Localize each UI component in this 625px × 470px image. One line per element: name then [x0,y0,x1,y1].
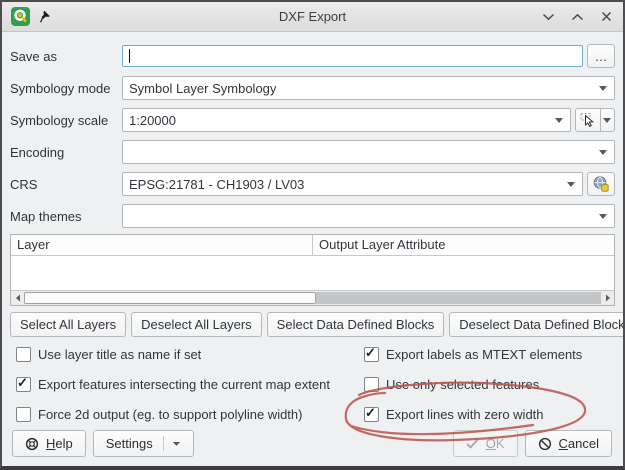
checkbox-export-features-intersecting-extent[interactable]: Export features intersecting the current… [16,376,364,392]
symbology-scale-row: Symbology scale 1:20000 [10,108,615,132]
encoding-row: Encoding [10,140,615,164]
set-scale-from-extent-button[interactable] [575,108,601,132]
dialog-footer: Help Settings OK Cancel [12,430,612,457]
save-as-input[interactable] [122,45,583,67]
help-button[interactable]: Help [12,430,86,457]
chevron-down-icon [172,441,181,447]
column-header-layer[interactable]: Layer [11,235,313,255]
encoding-label: Encoding [10,145,122,160]
checkbox-label: Export lines with zero width [386,407,544,422]
layers-table[interactable]: Layer Output Layer Attribute [10,234,615,306]
checkbox-label: Force 2d output (eg. to support polyline… [38,407,302,422]
map-extent-cursor-icon [580,112,596,128]
maximize-window-icon[interactable] [569,9,585,25]
dialog-title: DXF Export [2,9,623,24]
map-themes-label: Map themes [10,209,122,224]
symbology-mode-row: Symbology mode Symbol Layer Symbology [10,76,615,100]
map-themes-row: Map themes [10,204,615,228]
title-bar: DXF Export [2,2,623,32]
layer-selection-buttons: Select All Layers Deselect All Layers Se… [10,312,615,337]
symbology-scale-label: Symbology scale [10,113,122,128]
column-header-output-layer-attribute[interactable]: Output Layer Attribute [313,235,614,255]
chevron-down-icon [599,150,607,155]
symbology-mode-label: Symbology mode [10,81,122,96]
options-checkboxes: Use layer title as name if set Export fe… [16,346,615,422]
chevron-down-icon [567,182,575,187]
checkbox-box[interactable] [16,347,31,362]
crs-select[interactable]: EPSG:21781 - CH1903 / LV03 [122,172,583,196]
chevron-down-icon [603,118,611,123]
checkbox-use-layer-title[interactable]: Use layer title as name if set [16,346,364,362]
chevron-down-icon [599,214,607,219]
scale-options-dropdown-button[interactable] [601,108,615,132]
checkbox-box[interactable] [16,377,31,392]
table-body-empty[interactable] [11,256,614,290]
select-crs-button[interactable] [587,172,615,196]
checkbox-export-labels-mtext[interactable]: Export labels as MTEXT elements [364,346,615,362]
scrollbar-track[interactable] [316,292,601,304]
ok-button[interactable]: OK [453,430,518,457]
select-data-defined-blocks-button[interactable]: Select Data Defined Blocks [267,312,445,337]
crs-label: CRS [10,177,122,192]
checkbox-label: Export labels as MTEXT elements [386,347,582,362]
select-all-layers-button[interactable]: Select All Layers [10,312,126,337]
checkbox-box[interactable] [364,407,379,422]
checkbox-box[interactable] [364,377,379,392]
scroll-right-icon[interactable] [601,291,614,305]
horizontal-scrollbar[interactable] [11,290,614,305]
checkbox-export-lines-zero-width[interactable]: Export lines with zero width [364,406,615,422]
checkbox-force-2d-output[interactable]: Force 2d output (eg. to support polyline… [16,406,364,422]
map-themes-select[interactable] [122,204,615,228]
settings-button[interactable]: Settings [93,430,194,457]
chevron-down-icon [599,86,607,91]
checkbox-box[interactable] [16,407,31,422]
crs-globe-icon [592,175,610,193]
chevron-down-icon [555,118,563,123]
symbology-scale-select[interactable]: 1:20000 [122,108,571,132]
check-icon [466,438,479,449]
save-as-label: Save as [10,49,122,64]
lifebuoy-help-icon [25,437,39,451]
deselect-data-defined-blocks-button[interactable]: Deselect Data Defined Blocks [449,312,625,337]
text-caret [129,49,130,63]
save-as-row: Save as … [10,44,615,68]
symbology-mode-select[interactable]: Symbol Layer Symbology [122,76,615,100]
qgis-logo-icon [11,7,30,26]
shade-window-icon[interactable] [540,9,556,25]
checkbox-label: Export features intersecting the current… [38,377,330,392]
checkbox-box[interactable] [364,347,379,362]
close-window-icon[interactable] [598,9,614,25]
export-form: Save as … Symbology mode Symbol Layer Sy… [10,44,615,236]
deselect-all-layers-button[interactable]: Deselect All Layers [131,312,262,337]
cancel-icon [538,437,552,451]
checkbox-use-only-selected-features[interactable]: Use only selected features [364,376,615,392]
checkbox-label: Use layer title as name if set [38,347,201,362]
pin-icon[interactable] [40,10,53,24]
encoding-select[interactable] [122,140,615,164]
cancel-button[interactable]: Cancel [525,430,612,457]
dxf-export-dialog: DXF Export Save as … [0,0,625,470]
scrollbar-thumb[interactable] [24,292,316,304]
checkbox-label: Use only selected features [386,377,539,392]
table-header: Layer Output Layer Attribute [11,235,614,256]
crs-row: CRS EPSG:21781 - CH1903 / LV03 [10,172,615,196]
browse-button[interactable]: … [587,44,615,68]
scroll-left-icon[interactable] [11,291,24,305]
